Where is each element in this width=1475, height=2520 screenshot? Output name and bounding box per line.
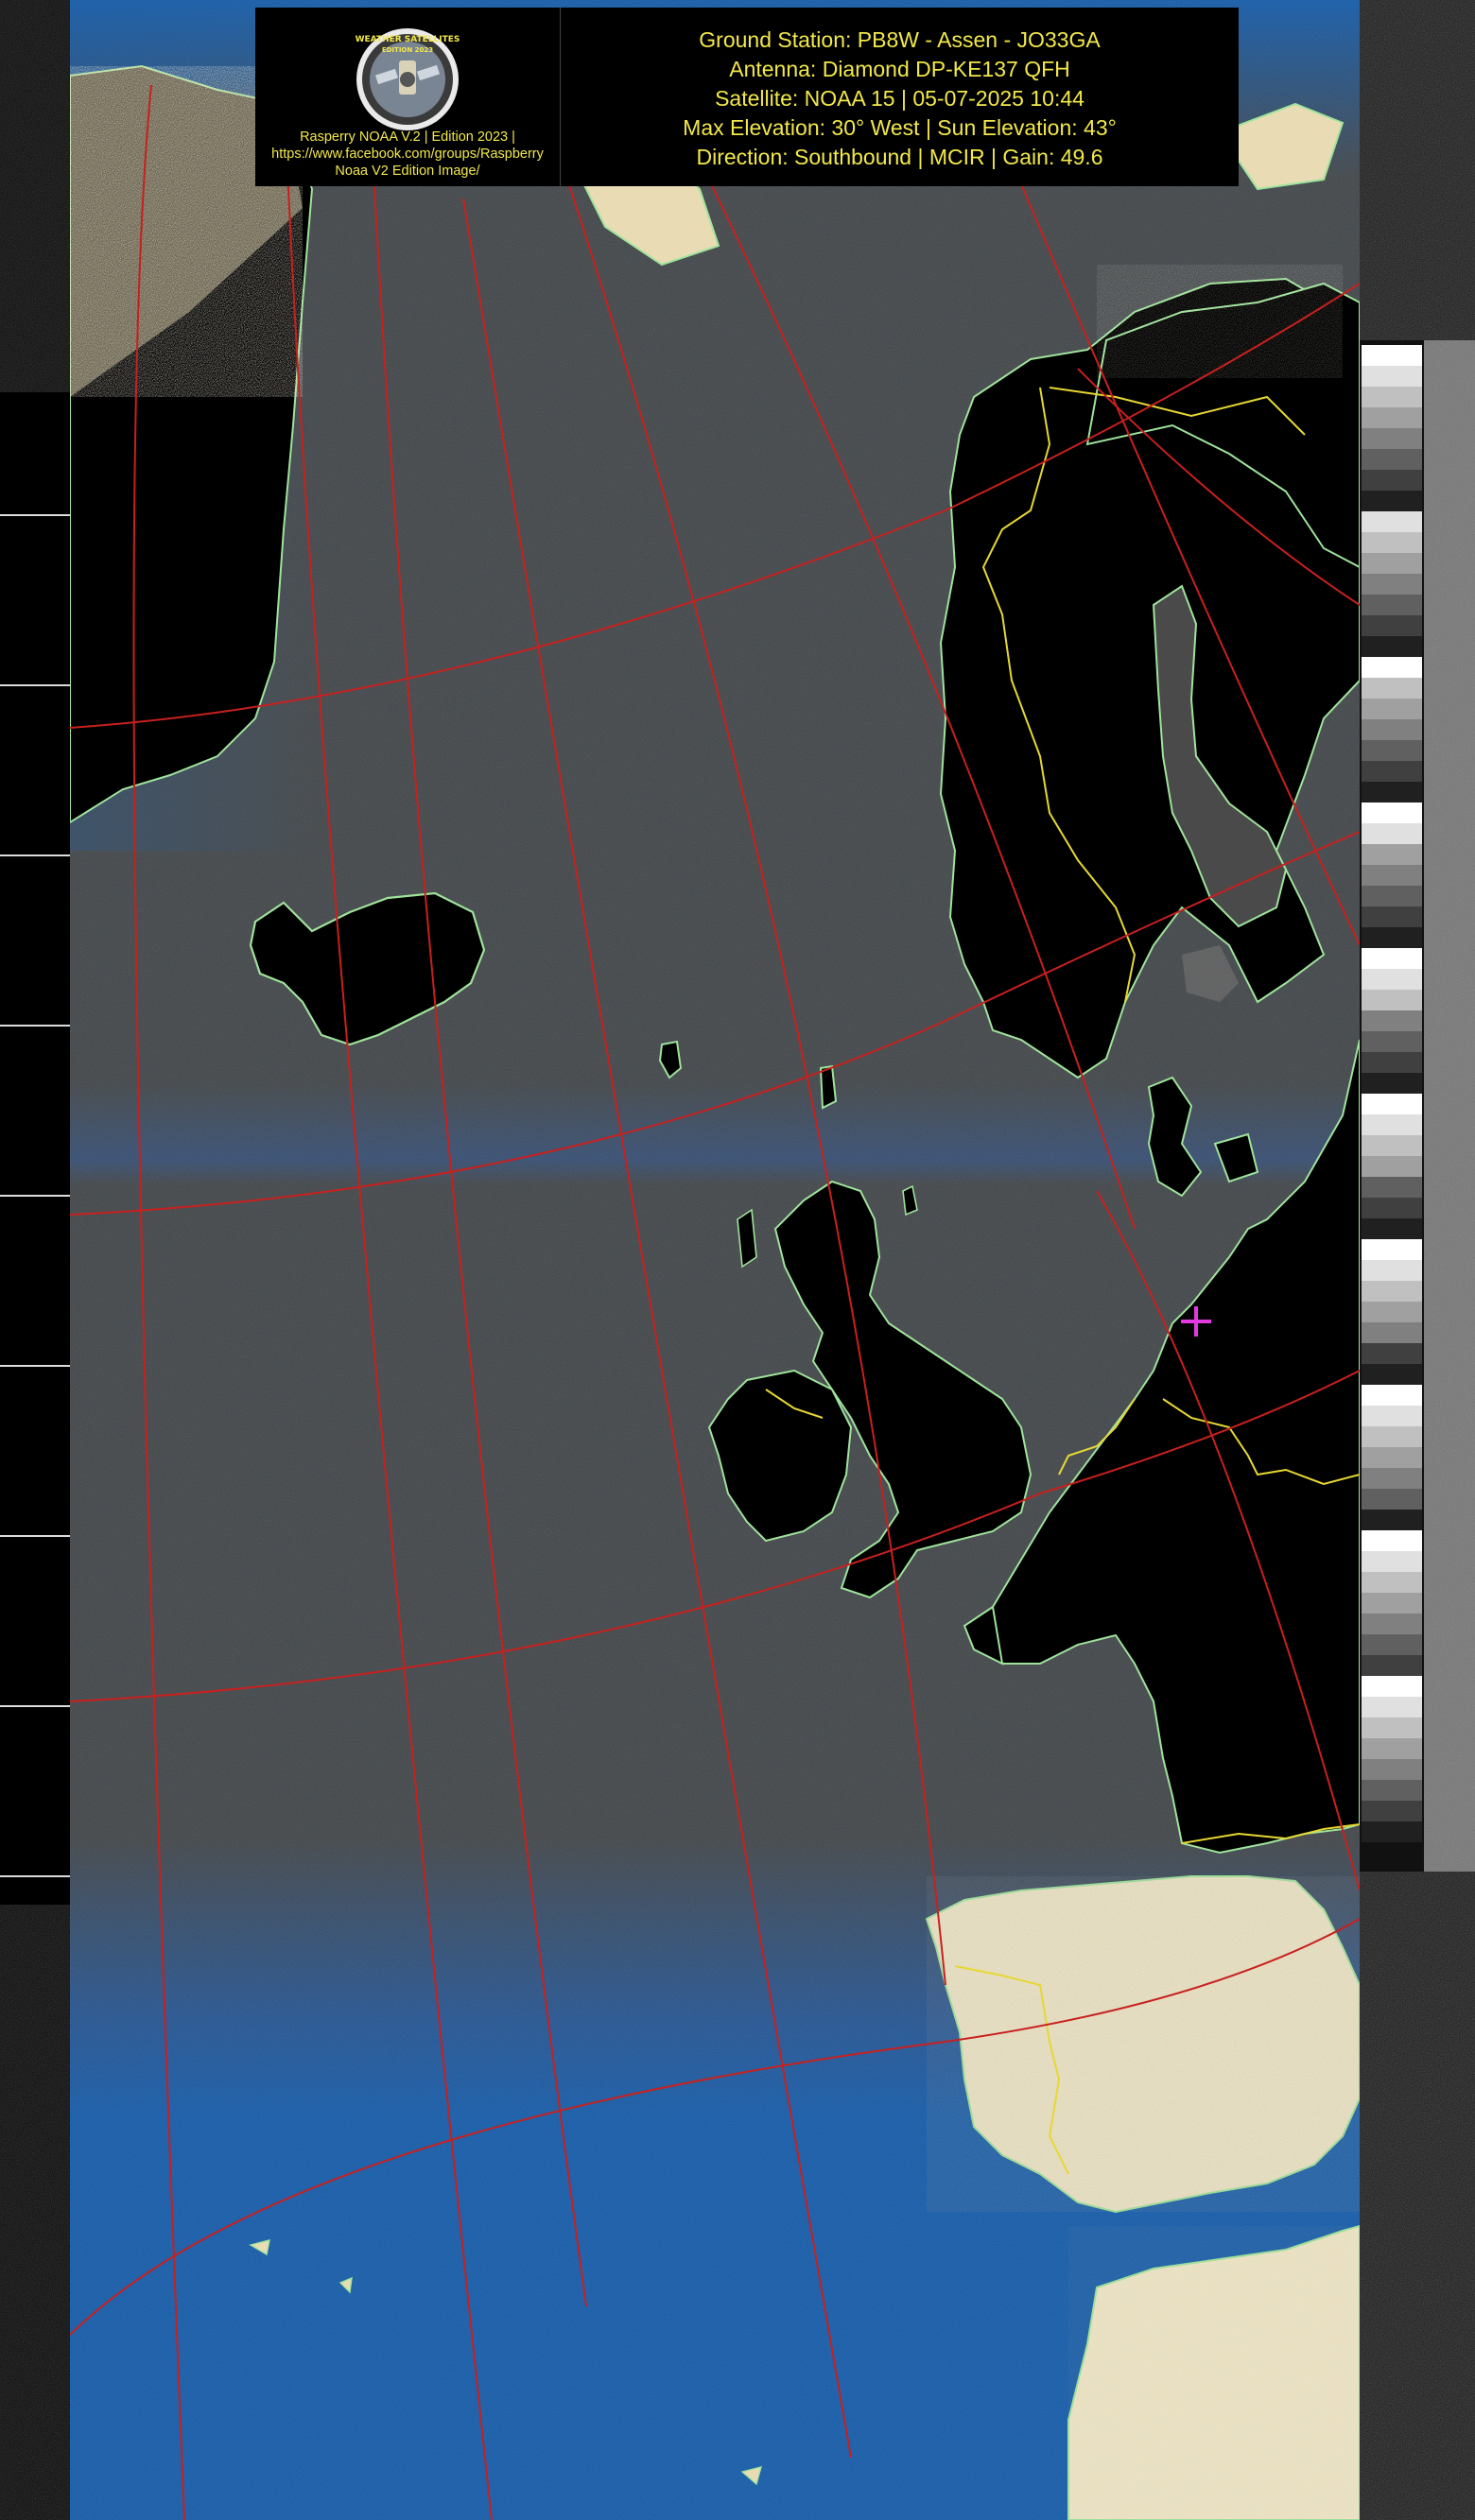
telemetry-wedge <box>1362 657 1422 678</box>
telemetry-wedge <box>1362 886 1422 906</box>
telemetry-wedge <box>1362 449 1422 470</box>
telemetry-wedge <box>1362 595 1422 615</box>
telemetry-wedge <box>1362 407 1422 428</box>
credit-line-2: https://www.facebook.com/groups/Raspberr… <box>271 147 544 162</box>
mcir-map <box>0 0 1475 2520</box>
logo-panel: WEATHER SATELLITES EDITION 2023 Rasperry… <box>255 8 561 186</box>
telemetry-wedge <box>1362 428 1422 449</box>
telemetry-wedge <box>1362 1114 1422 1135</box>
telemetry-wedge <box>1362 1198 1422 1218</box>
telemetry-wedge <box>1362 1759 1422 1780</box>
telemetry-wedge <box>1362 1322 1422 1343</box>
telemetry-wedge <box>1362 782 1422 803</box>
telemetry-wedge <box>1362 532 1422 553</box>
telemetry-wedge <box>1362 1655 1422 1676</box>
telemetry-wedge <box>1362 1406 1422 1426</box>
credit-line-1: Rasperry NOAA V.2 | Edition 2023 | <box>300 129 515 145</box>
antenna-line: Antenna: Diamond DP-KE137 QFH <box>729 57 1070 81</box>
telemetry-wedge <box>1362 1094 1422 1114</box>
telemetry-wedge <box>1362 1738 1422 1759</box>
telemetry-wedge <box>1362 719 1422 740</box>
telemetry-wedge <box>1362 1717 1422 1738</box>
telemetry-wedge <box>1362 1302 1422 1322</box>
telemetry-wedge <box>1362 1052 1422 1073</box>
telemetry-wedge <box>1362 1676 1422 1697</box>
telemetry-wedge <box>1362 636 1422 657</box>
telemetry-wedge <box>1362 1593 1422 1614</box>
telemetry-wedge <box>1362 470 1422 491</box>
telemetry-wedge <box>1362 1780 1422 1801</box>
telemetry-wedge <box>1362 1073 1422 1094</box>
telemetry-wedge <box>1362 823 1422 844</box>
telemetry-wedge <box>1362 678 1422 699</box>
satellite-line: Satellite: NOAA 15 | 05-07-2025 10:44 <box>715 86 1085 111</box>
telemetry-wedge <box>1362 1031 1422 1052</box>
telemetry-wedge <box>1362 345 1422 366</box>
telemetry-wedge <box>1362 865 1422 886</box>
telemetry-wedge <box>1362 491 1422 511</box>
left-telemetry-strip <box>0 0 70 2520</box>
telemetry-wedge <box>1362 1572 1422 1593</box>
telemetry-wedge <box>1362 1385 1422 1406</box>
telemetry-wedge <box>1362 1426 1422 1447</box>
telemetry-wedge <box>1362 1177 1422 1198</box>
telemetry-wedge <box>1362 699 1422 719</box>
telemetry-wedge <box>1362 761 1422 782</box>
telemetry-wedge <box>1362 1010 1422 1031</box>
telemetry-wedge <box>1362 1135 1422 1156</box>
telemetry-wedge <box>1362 969 1422 990</box>
telemetry-wedge <box>1362 844 1422 865</box>
credit-line-3: Noaa V2 Edition Image/ <box>335 164 480 179</box>
elevation-line: Max Elevation: 30° West | Sun Elevation:… <box>683 115 1117 140</box>
telemetry-wedge <box>1362 1260 1422 1281</box>
telemetry-wedge <box>1362 1614 1422 1634</box>
telemetry-wedge <box>1362 1634 1422 1655</box>
telemetry-wedge <box>1362 1530 1422 1551</box>
telemetry-wedge <box>1362 615 1422 636</box>
telemetry-wedge <box>1362 1468 1422 1489</box>
telemetry-wedge <box>1362 511 1422 532</box>
direction-line: Direction: Southbound | MCIR | Gain: 49.… <box>696 145 1103 169</box>
telemetry-wedge <box>1362 906 1422 927</box>
telemetry-wedge <box>1362 1239 1422 1260</box>
telemetry-wedge <box>1362 1821 1422 1842</box>
telemetry-wedge <box>1362 1281 1422 1302</box>
telemetry-wedge <box>1362 1218 1422 1239</box>
telemetry-wedge <box>1362 574 1422 595</box>
telemetry-wedge <box>1362 927 1422 948</box>
telemetry-wedge <box>1362 1156 1422 1177</box>
telemetry-wedge <box>1362 1364 1422 1385</box>
telemetry-wedge <box>1362 387 1422 407</box>
telemetry-wedge <box>1362 740 1422 761</box>
telemetry-wedge <box>1362 366 1422 387</box>
telemetry-wedge <box>1362 553 1422 574</box>
svg-text:EDITION 2023: EDITION 2023 <box>382 46 433 54</box>
telemetry-wedge <box>1362 1489 1422 1510</box>
telemetry-wedge <box>1362 803 1422 823</box>
ground-station-line: Ground Station: PB8W - Assen - JO33GA <box>699 27 1101 52</box>
telemetry-wedge <box>1362 1697 1422 1717</box>
satellite-image: WEATHER SATELLITES EDITION 2023 Rasperry… <box>0 0 1475 2520</box>
telemetry-wedge <box>1362 1343 1422 1364</box>
svg-text:WEATHER SATELLITES: WEATHER SATELLITES <box>356 35 460 44</box>
telemetry-wedge <box>1362 948 1422 969</box>
telemetry-wedge <box>1362 1801 1422 1821</box>
pass-info-panel: Ground Station: PB8W - Assen - JO33GA An… <box>561 8 1239 186</box>
telemetry-wedge <box>1362 1551 1422 1572</box>
right-telemetry-strip <box>1360 0 1475 2520</box>
telemetry-wedge <box>1362 1447 1422 1468</box>
telemetry-wedge <box>1362 1510 1422 1530</box>
weather-satellite-emblem: WEATHER SATELLITES EDITION 2023 <box>356 28 460 130</box>
telemetry-wedge <box>1362 990 1422 1010</box>
